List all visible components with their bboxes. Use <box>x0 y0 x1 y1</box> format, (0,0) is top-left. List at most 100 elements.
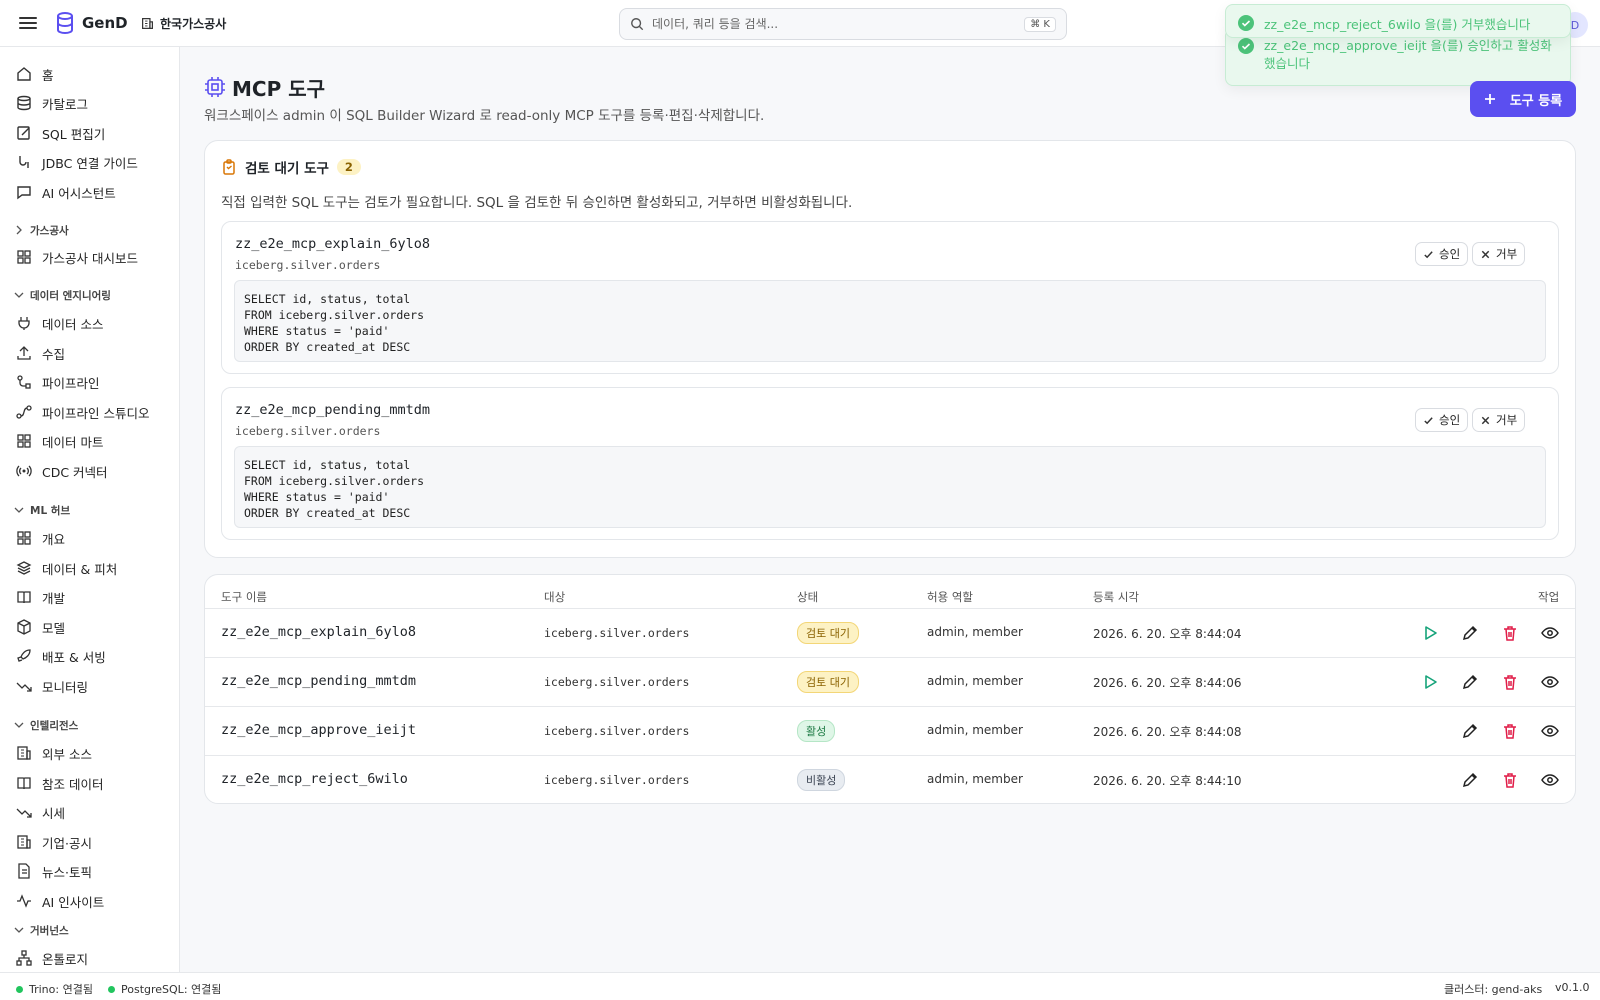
sidebar-item-deploy[interactable]: 배포 & 서빙 <box>16 646 106 666</box>
sidebar-item-market[interactable]: 시세 <box>16 802 65 822</box>
chat-icon <box>17 186 31 200</box>
sidebar-item-data-source[interactable]: 데이터 소스 <box>16 313 103 333</box>
sidebar-item-data-features[interactable]: 데이터 & 피처 <box>16 558 117 578</box>
pending-count-badge: 2 <box>336 159 361 175</box>
version: v0.1.0 <box>1555 981 1590 994</box>
sidebar-item-ingest[interactable]: 수집 <box>16 343 65 363</box>
play-icon[interactable] <box>1421 673 1439 691</box>
sidebar-item-news[interactable]: 뉴스·토픽 <box>16 861 92 881</box>
eye-icon[interactable] <box>1541 673 1559 691</box>
eye-icon[interactable] <box>1541 771 1559 789</box>
roles-cell: admin, member <box>927 625 1023 639</box>
sidebar-item-gas-dashboard[interactable]: 가스공사 대시보드 <box>16 247 138 267</box>
section-gas[interactable]: 가스공사 <box>14 222 69 238</box>
org-name: 한국가스공사 <box>160 17 227 31</box>
toast-text: zz_e2e_mcp_reject_6wilo 을(를) 거부했습니다 <box>1264 17 1531 32</box>
section-intelligence[interactable]: 인텔리전스 <box>14 717 78 733</box>
sidebar-item-ontology[interactable]: 온톨로지 <box>16 948 88 968</box>
global-search[interactable]: ⌘ K <box>619 8 1067 40</box>
section-data-engineering[interactable]: 데이터 엔지니어링 <box>14 287 111 303</box>
sidebar-item-label: 배포 & 서빙 <box>42 649 106 665</box>
column-header: 작업 <box>1538 590 1560 604</box>
book-icon <box>17 591 31 604</box>
sidebar-item-home[interactable]: 홈 <box>16 64 54 84</box>
sidebar-item-overview[interactable]: 개요 <box>16 528 65 548</box>
section-governance[interactable]: 거버넌스 <box>14 922 69 938</box>
book-icon <box>17 777 31 790</box>
sidebar-item-develop[interactable]: 개발 <box>16 587 65 607</box>
rocket-icon <box>17 649 31 662</box>
sidebar-item-model[interactable]: 모델 <box>16 617 65 637</box>
approve-label: 승인 <box>1439 413 1461 427</box>
trash-icon[interactable] <box>1501 673 1519 691</box>
sidebar-item-sql-editor[interactable]: SQL 편집기 <box>16 123 105 143</box>
pending-tool-item: zz_e2e_mcp_explain_6ylo8 iceberg.silver.… <box>221 221 1559 374</box>
sidebar-item-reference-data[interactable]: 참조 데이터 <box>16 773 103 793</box>
sidebar-item-corporate[interactable]: 기업·공시 <box>16 832 92 852</box>
plug-icon <box>18 317 30 330</box>
edit-icon[interactable] <box>1461 624 1479 642</box>
edit-icon[interactable] <box>1461 673 1479 691</box>
check-icon <box>1424 250 1433 258</box>
roles-cell: admin, member <box>927 723 1023 737</box>
table-row[interactable]: zz_e2e_mcp_explain_6ylo8 iceberg.silver.… <box>205 608 1575 657</box>
table-row[interactable]: zz_e2e_mcp_pending_mmtdm iceberg.silver.… <box>205 657 1575 706</box>
status-dot <box>108 985 115 993</box>
toast-reject: zz_e2e_mcp_reject_6wilo 을(를) 거부했습니다 <box>1225 4 1571 38</box>
close-icon <box>1481 416 1490 424</box>
sidebar-item-label: 파이프라인 <box>42 375 100 391</box>
pipeline-icon <box>17 375 31 389</box>
sidebar-item-label: 온톨로지 <box>42 951 89 967</box>
sidebar-item-ai-assistant[interactable]: AI 어시스턴트 <box>16 182 116 202</box>
status-badge: 비활성 <box>797 769 846 791</box>
building-icon <box>17 746 31 760</box>
time-cell: 2026. 6. 20. 오후 8:44:08 <box>1093 725 1242 739</box>
sidebar-item-catalog[interactable]: 카탈로그 <box>16 93 88 113</box>
sidebar-item-cdc[interactable]: CDC 커넥터 <box>16 461 108 481</box>
approve-button[interactable]: 승인 <box>1415 242 1469 266</box>
tool-name: zz_e2e_mcp_explain_6ylo8 <box>235 236 431 252</box>
sidebar-item-pipeline-studio[interactable]: 파이프라인 스튜디오 <box>16 402 149 422</box>
edit-icon[interactable] <box>1461 771 1479 789</box>
check-circle-icon <box>1238 15 1254 31</box>
play-icon[interactable] <box>1421 624 1439 642</box>
column-header: 상태 <box>797 590 819 604</box>
register-tool-button[interactable]: 도구 등록 <box>1470 81 1576 117</box>
sidebar-item-label: JDBC 연결 가이드 <box>42 155 138 171</box>
sidebar-item-label: 카탈로그 <box>42 96 89 112</box>
sidebar-item-label: 파이프라인 스튜디오 <box>42 405 150 421</box>
status-dot <box>16 985 23 993</box>
search-input[interactable] <box>652 17 1017 31</box>
home-icon <box>17 67 31 81</box>
sidebar-item-label: 수집 <box>42 346 66 362</box>
trash-icon[interactable] <box>1501 722 1519 740</box>
edit-icon[interactable] <box>1461 722 1479 740</box>
section-ml-hub[interactable]: ML 허브 <box>14 502 70 518</box>
reject-button[interactable]: 거부 <box>1472 242 1526 266</box>
sidebar-item-monitoring[interactable]: 모니터링 <box>16 676 88 696</box>
search-shortcut: ⌘ K <box>1024 16 1056 32</box>
target-cell: iceberg.silver.orders <box>544 724 690 738</box>
reject-button[interactable]: 거부 <box>1472 408 1526 432</box>
brand[interactable]: GenD <box>56 12 128 34</box>
chevron-down-icon <box>14 722 24 728</box>
sidebar-item-pipeline[interactable]: 파이프라인 <box>16 372 100 392</box>
approve-button[interactable]: 승인 <box>1415 408 1469 432</box>
sidebar-item-ai-insight[interactable]: AI 인사이트 <box>16 891 104 911</box>
document-icon <box>18 863 30 879</box>
eye-icon[interactable] <box>1541 624 1559 642</box>
tool-name-cell: zz_e2e_mcp_explain_6ylo8 <box>221 624 417 640</box>
sidebar-item-data-mart[interactable]: 데이터 마트 <box>16 431 103 451</box>
sidebar-item-external-source[interactable]: 외부 소스 <box>16 743 92 763</box>
menu-toggle-icon[interactable] <box>18 14 38 34</box>
org-switcher[interactable]: 한국가스공사 <box>141 15 226 32</box>
sidebar-item-label: 개요 <box>42 531 66 547</box>
trash-icon[interactable] <box>1501 624 1519 642</box>
table-row[interactable]: zz_e2e_mcp_approve_ieijt iceberg.silver.… <box>205 706 1575 755</box>
table-row[interactable]: zz_e2e_mcp_reject_6wilo iceberg.silver.o… <box>205 755 1575 804</box>
column-header: 허용 역할 <box>927 590 973 604</box>
sidebar-item-jdbc[interactable]: JDBC 연결 가이드 <box>16 152 138 172</box>
trash-icon[interactable] <box>1501 771 1519 789</box>
clipboard-icon <box>223 159 235 175</box>
eye-icon[interactable] <box>1541 722 1559 740</box>
